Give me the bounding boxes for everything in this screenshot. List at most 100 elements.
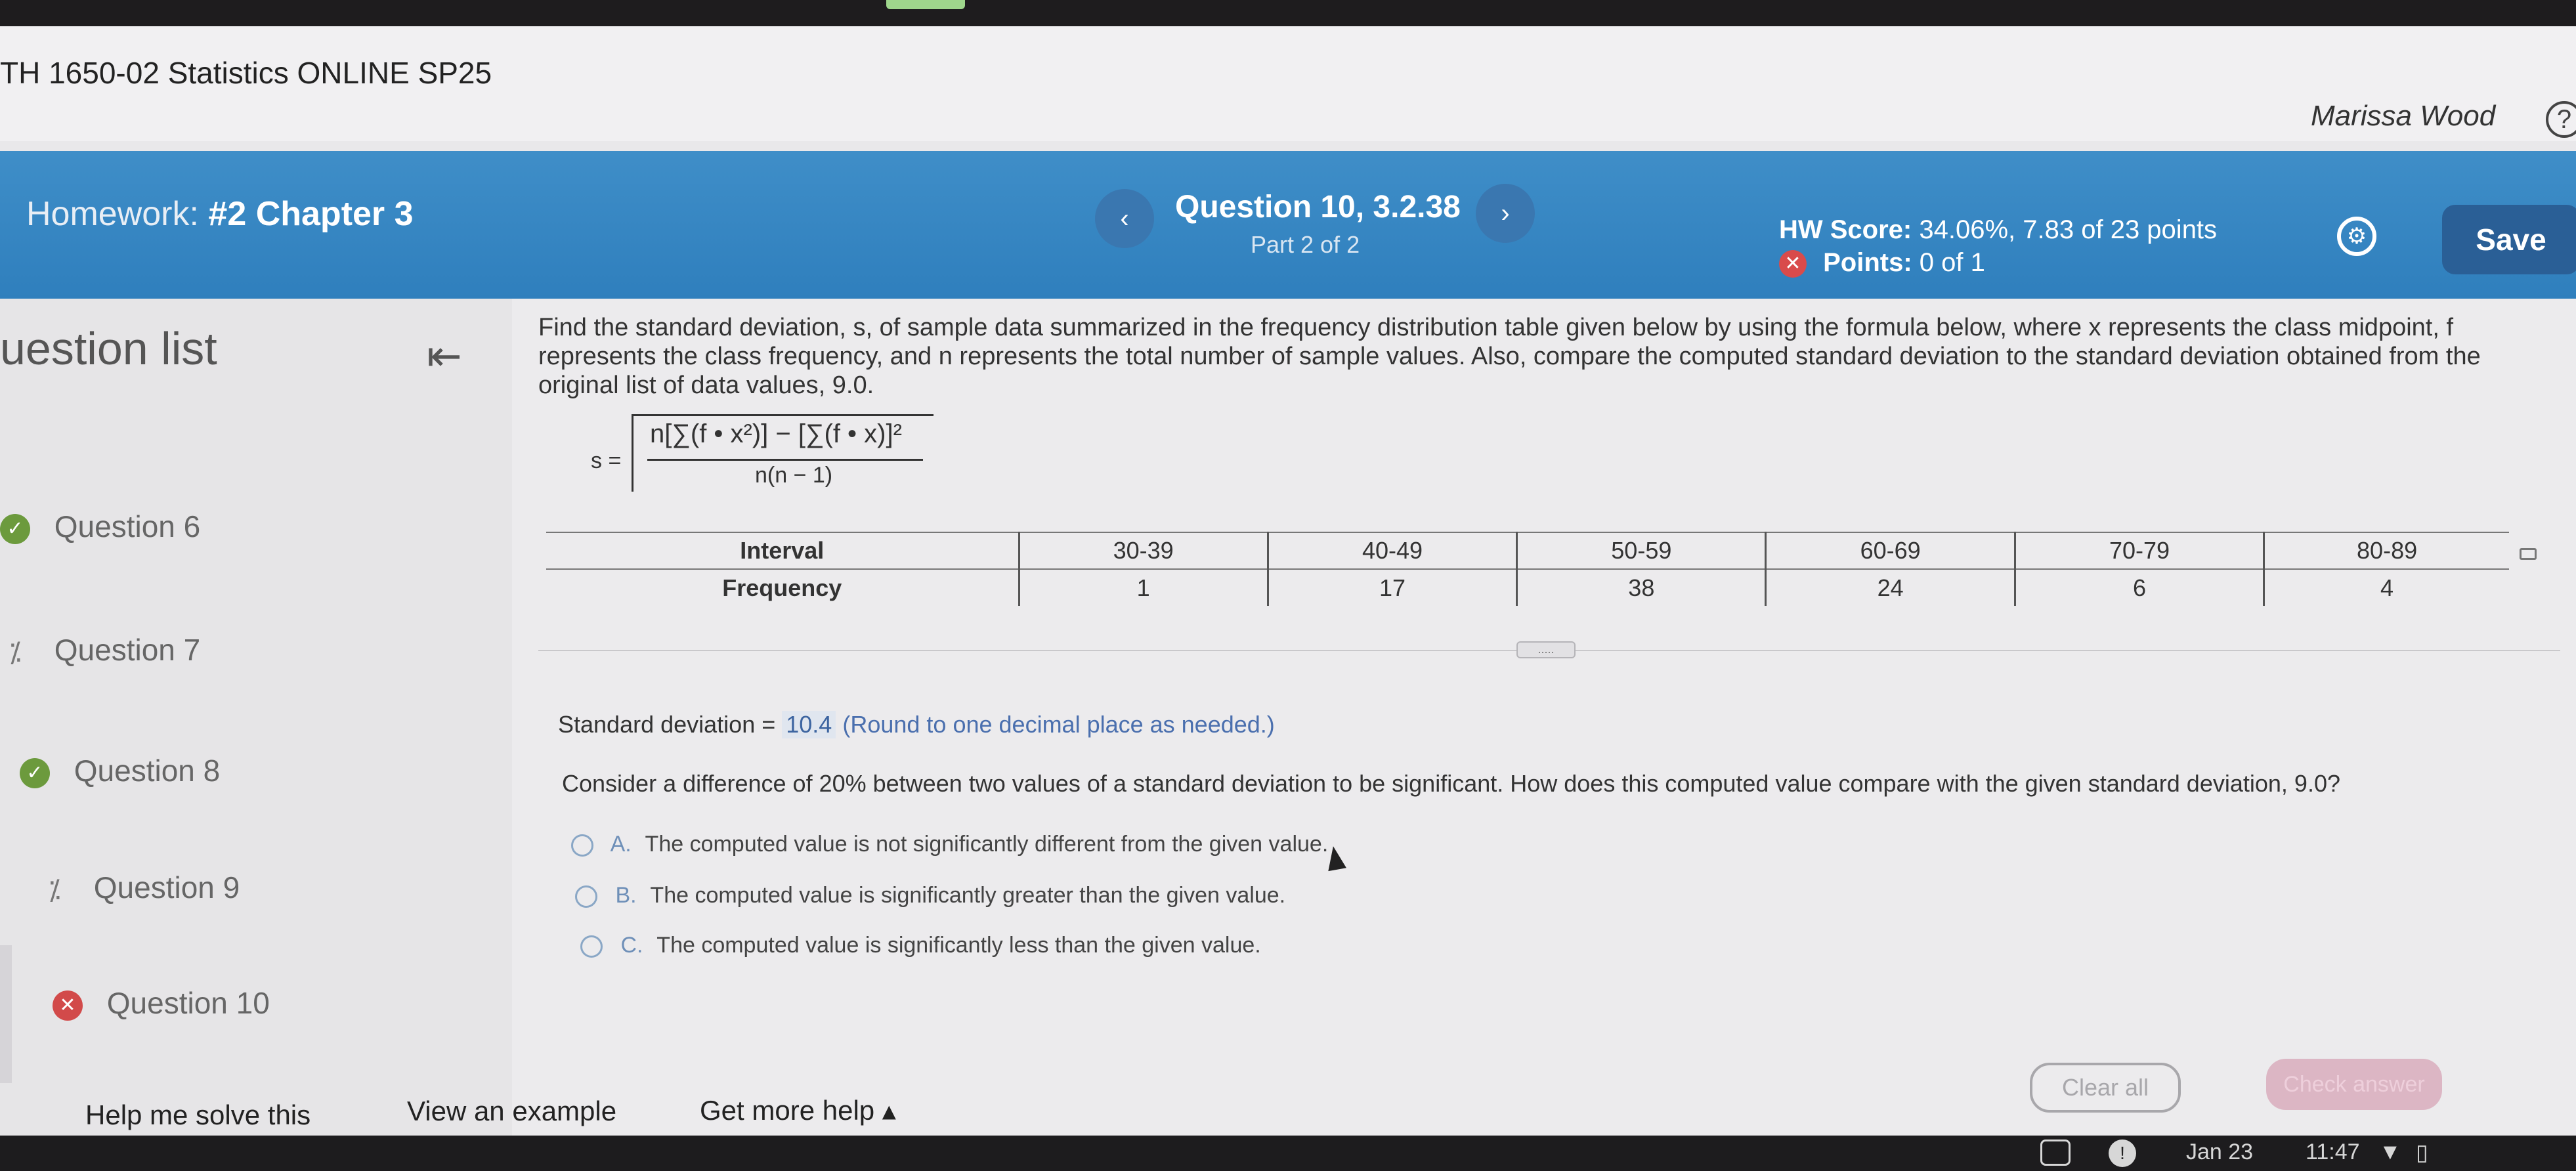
question-content: Find the standard deviation, s, of sampl…	[85, 299, 2576, 1136]
sidebar-item-question-10[interactable]: ✕ Question 10	[53, 985, 270, 1021]
sidebar-item-label: Question 10	[106, 986, 270, 1020]
partial-credit-icon: ⁒	[48, 874, 61, 905]
get-more-help-button[interactable]: Get more help ▴	[700, 1094, 896, 1126]
fraction-bar	[647, 459, 923, 461]
sidebar-item-question-7[interactable]: ⁒ Question 7	[0, 632, 201, 668]
interval-cell: 50-59	[1516, 532, 1766, 570]
incorrect-icon: ✕	[1779, 250, 1807, 278]
course-title: TH 1650-02 Statistics ONLINE SP25	[0, 56, 492, 90]
chevron-right-icon: ›	[1501, 199, 1510, 228]
copy-table-icon[interactable]	[2520, 548, 2537, 560]
interval-cell: 40-49	[1266, 532, 1517, 570]
points-label: Points:	[1823, 248, 1912, 277]
check-icon: ✓	[20, 757, 50, 788]
option-a[interactable]: A. The computed value is not significant…	[571, 832, 1328, 857]
homework-name: #2 Chapter 3	[208, 195, 414, 233]
question-list-title: uestion list	[0, 323, 217, 374]
comparison-question: Consider a difference of 20% between two…	[562, 770, 2340, 797]
homework-label: Homework: #2 Chapter 3	[26, 194, 414, 234]
question-prompt: Find the standard deviation, s, of sampl…	[538, 314, 2481, 399]
interval-cell: 80-89	[2263, 532, 2509, 570]
frequency-cell: 17	[1266, 569, 1517, 606]
question-title: Question 10, 3.2.38	[1175, 190, 1461, 224]
next-question-button[interactable]: ›	[1476, 184, 1535, 243]
sidebar-item-label: Question 9	[93, 870, 240, 905]
answer-field[interactable]: 10.4	[782, 711, 836, 738]
radio-c[interactable]	[580, 935, 603, 958]
current-question-marker	[0, 945, 12, 1083]
hw-score-label: HW Score:	[1779, 215, 1912, 244]
settings-gear-icon[interactable]: ⚙	[2337, 217, 2376, 256]
sidebar-item-question-8[interactable]: ✓ Question 8	[20, 753, 220, 788]
collapse-sidebar-icon[interactable]: ⇤	[427, 331, 462, 381]
help-me-solve-button[interactable]: Help me solve this	[85, 1099, 311, 1131]
table-row: Frequency 1 17 38 24 6 4	[546, 569, 2509, 606]
frequency-cell: 4	[2263, 569, 2509, 606]
hw-score-value: 34.06%, 7.83 of 23 points	[1919, 215, 2218, 244]
frequency-table: Interval 30-39 40-49 50-59 60-69 70-79 8…	[546, 532, 2509, 606]
table-row: Interval 30-39 40-49 50-59 60-69 70-79 8…	[546, 532, 2509, 570]
incorrect-icon: ✕	[53, 990, 83, 1021]
option-text: The computed value is not significantly …	[645, 832, 1329, 857]
question-part: Part 2 of 2	[1251, 231, 1360, 258]
view-example-button[interactable]: View an example	[407, 1096, 616, 1127]
hw-score: HW Score: 34.06%, 7.83 of 23 points	[1779, 215, 2217, 245]
user-name[interactable]: Marissa Wood	[2311, 100, 2495, 133]
frequency-cell: 38	[1516, 569, 1766, 606]
wifi-icon[interactable]: ▼	[2379, 1139, 2401, 1165]
taskbar-date[interactable]: Jan 23	[2186, 1139, 2253, 1165]
notification-icon[interactable]: !	[2109, 1139, 2136, 1167]
radio-b[interactable]	[575, 885, 597, 908]
previous-question-button[interactable]: ‹	[1095, 189, 1154, 248]
taskbar-time[interactable]: 11:47	[2306, 1139, 2360, 1165]
interval-cell: 30-39	[1018, 532, 1268, 570]
question-points: ✕ Points: 0 of 1	[1779, 248, 1985, 278]
browser-screen: TH 1650-02 Statistics ONLINE SP25 Mariss…	[0, 26, 2576, 1136]
option-letter: B.	[615, 883, 637, 908]
rounding-note: (Round to one decimal place as needed.)	[842, 711, 1275, 738]
save-button[interactable]: Save	[2442, 205, 2576, 274]
partial-credit-icon: ⁒	[9, 636, 22, 668]
battery-icon[interactable]: ▯	[2416, 1139, 2428, 1166]
option-letter: A.	[610, 832, 632, 857]
screen-capture-icon[interactable]	[2040, 1139, 2071, 1166]
homework-header: Homework: #2 Chapter 3 ‹ Question 10, 3.…	[0, 151, 2576, 299]
interval-cell: 70-79	[2013, 532, 2264, 570]
check-answer-button[interactable]: Check answer	[2266, 1059, 2442, 1110]
question-list-sidebar: uestion list ⇤ ✓ Question 6 ⁒ Question 7…	[0, 299, 512, 1136]
frequency-cell: 1	[1018, 569, 1268, 606]
radio-a[interactable]	[571, 834, 593, 857]
option-c[interactable]: C. The computed value is significantly l…	[580, 933, 1261, 958]
chevron-left-icon: ‹	[1120, 204, 1129, 233]
sidebar-item-question-6[interactable]: ✓ Question 6	[0, 509, 200, 544]
option-text: The computed value is significantly less…	[656, 933, 1261, 958]
points-value: 0 of 1	[1919, 248, 1985, 277]
sidebar-item-label: Question 7	[54, 633, 201, 667]
formula-numerator: n[∑(f • x²)] − [∑(f • x)]²	[650, 419, 902, 448]
interval-cell: 60-69	[1765, 532, 2015, 570]
answer-prefix: Standard deviation =	[558, 711, 776, 738]
check-icon: ✓	[0, 513, 30, 544]
frequency-cell: 6	[2013, 569, 2264, 606]
option-b[interactable]: B. The computed value is significantly g…	[575, 883, 1285, 908]
help-icon[interactable]: ?	[2546, 101, 2576, 138]
row-label-frequency: Frequency	[722, 574, 842, 601]
option-letter: C.	[620, 933, 643, 958]
option-text: The computed value is significantly grea…	[650, 883, 1286, 908]
answer-line: Standard deviation = 10.4 (Round to one …	[558, 711, 1275, 738]
frequency-cell: 24	[1765, 569, 2015, 606]
formula-lhs: s =	[591, 448, 622, 473]
row-label-interval: Interval	[546, 532, 1019, 570]
sidebar-item-label: Question 8	[74, 754, 221, 788]
sidebar-item-label: Question 6	[54, 509, 201, 543]
sidebar-item-question-9[interactable]: ⁒ Question 9	[39, 870, 240, 905]
homework-prefix: Homework:	[26, 195, 199, 233]
expand-more-button[interactable]: .....	[1516, 641, 1576, 658]
formula-denominator: n(n − 1)	[755, 463, 833, 488]
screen-bezel	[0, 0, 2576, 26]
mouse-cursor-icon	[1324, 844, 1346, 872]
std-dev-formula: s = n[∑(f • x²)] − [∑(f • x)]² n(n − 1)	[591, 410, 934, 496]
bezel-tab-indicator	[886, 0, 965, 9]
os-taskbar: ! Jan 23 11:47 ▼ ▯	[0, 1136, 2576, 1171]
clear-all-button[interactable]: Clear all	[2030, 1063, 2181, 1113]
